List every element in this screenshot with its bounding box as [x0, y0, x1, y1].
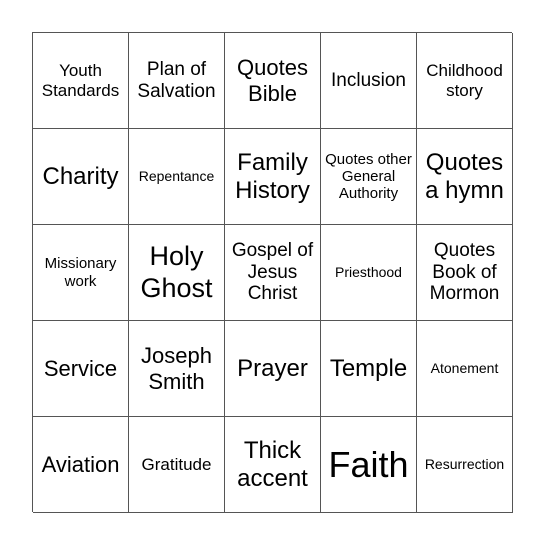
bingo-cell[interactable]: Charity	[33, 129, 129, 225]
cell-label: Thick accent	[237, 436, 308, 492]
bingo-cell[interactable]: Holy Ghost	[129, 225, 225, 321]
cell-label: Priesthood	[335, 264, 402, 281]
bingo-cell[interactable]: Atonement	[417, 321, 513, 417]
cell-label: Prayer	[237, 354, 308, 382]
cell-label: Quotes Bible	[237, 55, 308, 106]
cell-label: Atonement	[430, 360, 499, 377]
cell-label: Aviation	[41, 451, 120, 477]
bingo-cell[interactable]: Missionary work	[33, 225, 129, 321]
cell-label: Youth Standards	[41, 60, 120, 100]
cell-label: Plan of Salvation	[137, 58, 216, 102]
bingo-cell[interactable]: Family History	[225, 129, 321, 225]
bingo-cell[interactable]: Quotes other General Authority	[321, 129, 417, 225]
bingo-cell[interactable]: Priesthood	[321, 225, 417, 321]
bingo-cell[interactable]: Repentance	[129, 129, 225, 225]
bingo-cell[interactable]: Faith	[321, 417, 417, 513]
bingo-cell[interactable]: Quotes Bible	[225, 33, 321, 129]
bingo-cell[interactable]: Aviation	[33, 417, 129, 513]
cell-label: Quotes a hymn	[425, 148, 504, 204]
cell-label: Resurrection	[424, 456, 505, 473]
bingo-cell[interactable]: Inclusion	[321, 33, 417, 129]
cell-label: Repentance	[138, 168, 215, 185]
cell-label: Gospel of Jesus Christ	[231, 239, 314, 305]
bingo-cell[interactable]: Childhood story	[417, 33, 513, 129]
cell-label: Family History	[235, 148, 310, 204]
cell-label: Service	[43, 355, 118, 381]
cell-label: Faith	[328, 443, 409, 485]
cell-label: Holy Ghost	[140, 241, 213, 303]
bingo-cell[interactable]: Gospel of Jesus Christ	[225, 225, 321, 321]
cell-label: Joseph Smith	[141, 343, 212, 394]
bingo-cell[interactable]: Resurrection	[417, 417, 513, 513]
bingo-cell[interactable]: Youth Standards	[33, 33, 129, 129]
bingo-cell[interactable]: Quotes a hymn	[417, 129, 513, 225]
cell-label: Charity	[42, 162, 119, 190]
cell-label: Temple	[329, 354, 408, 382]
bingo-cell[interactable]: Service	[33, 321, 129, 417]
cell-label: Missionary work	[44, 255, 117, 290]
bingo-cell[interactable]: Temple	[321, 321, 417, 417]
cell-label: Quotes Book of Mormon	[429, 239, 500, 305]
bingo-cell[interactable]: Thick accent	[225, 417, 321, 513]
cell-label: Childhood story	[426, 60, 503, 100]
bingo-cell[interactable]: Prayer	[225, 321, 321, 417]
cell-label: Gratitude	[141, 454, 212, 474]
cell-label: Inclusion	[331, 69, 406, 91]
bingo-cell[interactable]: Joseph Smith	[129, 321, 225, 417]
cell-label: Quotes other General Authority	[325, 150, 412, 203]
bingo-cell[interactable]: Quotes Book of Mormon	[417, 225, 513, 321]
bingo-cell[interactable]: Plan of Salvation	[129, 33, 225, 129]
bingo-board: Youth Standards Plan of Salvation Quotes…	[32, 32, 513, 513]
bingo-cell[interactable]: Gratitude	[129, 417, 225, 513]
